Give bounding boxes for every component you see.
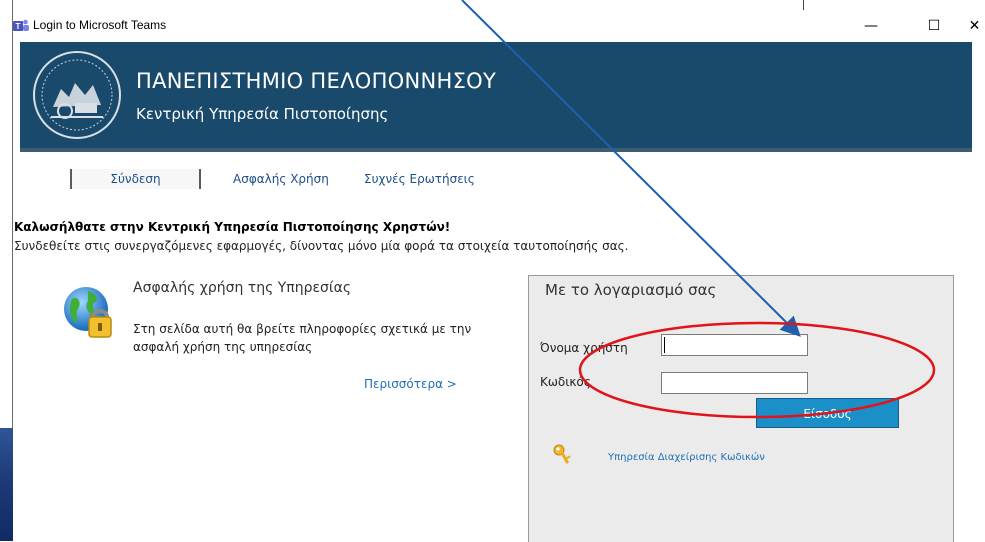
password-label: Κωδικός — [540, 375, 591, 389]
svg-text:T: T — [16, 22, 21, 31]
university-name: ΠΑΝΕΠΙΣΤΗΜΙΟ ΠΕΛΟΠΟΝΝΗΣΟΥ — [136, 69, 497, 93]
safe-use-text: Στη σελίδα αυτή θα βρείτε πληροφορίες σχ… — [133, 322, 472, 354]
key-icon — [553, 444, 571, 464]
tab-login-label: Σύνδεση — [110, 172, 161, 186]
tab-login[interactable]: Σύνδεση — [70, 169, 201, 189]
password-service-link[interactable]: Υπηρεσία Διαχείρισης Κωδικών — [608, 452, 765, 463]
teams-icon: T — [13, 19, 29, 31]
globe-lock-icon — [64, 287, 112, 338]
maximize-button[interactable]: ☐ — [919, 14, 949, 38]
service-subtitle: Κεντρική Υπηρεσία Πιστοποίησης — [136, 105, 389, 123]
background-app-panel — [0, 428, 14, 541]
username-input[interactable] — [661, 334, 808, 356]
username-label: Όνομα χρήστη — [540, 341, 628, 355]
university-seal-logo — [33, 51, 121, 139]
welcome-description: Συνδεθείτε στις συνεργαζόμενες εφαρμογές… — [14, 239, 629, 253]
tab-safe-use[interactable]: Ασφαλής Χρήση — [233, 172, 329, 186]
safe-use-title: Ασφαλής χρήση της Υπηρεσίας — [133, 280, 352, 296]
minimize-button[interactable]: — — [856, 14, 886, 38]
password-input[interactable] — [661, 372, 808, 394]
more-link[interactable]: Περισσότερα > — [364, 377, 457, 391]
text-cursor — [664, 337, 665, 353]
title-bar: T Login to Microsoft Teams — ☐ ✕ — [13, 10, 985, 40]
window-title: Login to Microsoft Teams — [33, 18, 167, 32]
welcome-heading: Καλωσήλθατε στην Κεντρική Υπηρεσία Πιστο… — [14, 220, 451, 234]
header-banner: ΠΑΝΕΠΙΣΤΗΜΙΟ ΠΕΛΟΠΟΝΝΗΣΟΥ Κεντρική Υπηρε… — [20, 42, 972, 152]
login-button[interactable]: Είσοδος — [756, 398, 899, 428]
tab-faq[interactable]: Συχνές Ερωτήσεις — [364, 172, 475, 186]
login-panel-title: Με το λογαριασμό σας — [545, 281, 717, 299]
close-button[interactable]: ✕ — [964, 14, 985, 38]
